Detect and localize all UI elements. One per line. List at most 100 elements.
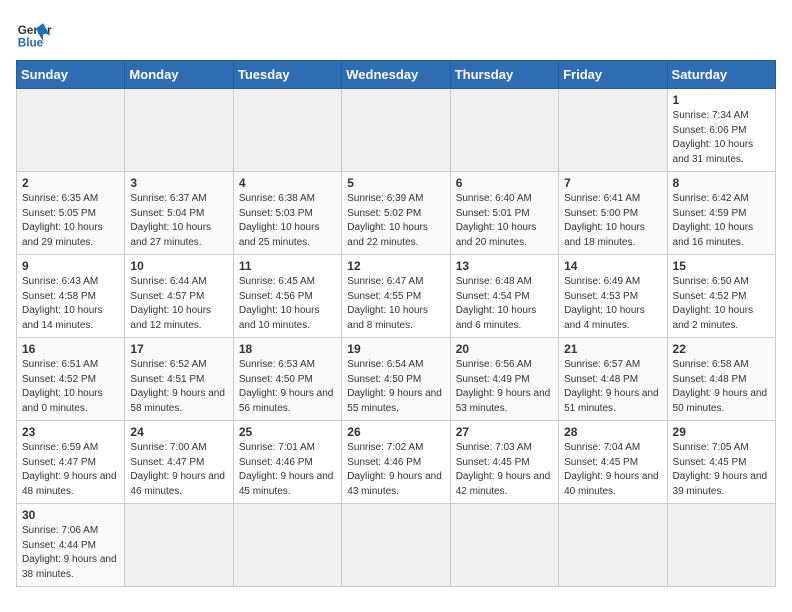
day-number: 12 [347, 259, 444, 273]
calendar-day-cell: 1 Sunrise: 7:34 AMSunset: 6:06 PMDaylight… [667, 89, 775, 172]
calendar-day-cell: 26Sunrise: 7:02 AMSunset: 4:46 PMDayligh… [342, 421, 450, 504]
day-number: 20 [456, 342, 553, 356]
day-number: 1 [673, 93, 770, 107]
calendar-day-cell: 16Sunrise: 6:51 AMSunset: 4:52 PMDayligh… [17, 338, 125, 421]
day-info: Sunrise: 6:39 AMSunset: 5:02 PMDaylight:… [347, 192, 444, 250]
calendar-day-cell: 23 Sunrise: 6:59 AMSunset: 4:47 PMDayligh… [17, 421, 125, 504]
calendar-day-cell [667, 504, 775, 587]
calendar: SundayMondayTuesdayWednesdayThursdayFrid… [16, 60, 776, 587]
calendar-day-cell [342, 89, 450, 172]
day-info: Sunrise: 7:00 AMSunset: 4:47 PMDaylight:… [130, 441, 227, 499]
calendar-day-cell [233, 504, 341, 587]
calendar-week-3: 9 Sunrise: 6:43 AMSunset: 4:58 PMDaylight… [17, 255, 776, 338]
calendar-day-cell [559, 504, 667, 587]
calendar-day-cell: 10Sunrise: 6:44 AMSunset: 4:57 PMDayligh… [125, 255, 233, 338]
day-number: 8 [673, 176, 770, 190]
day-info: Sunrise: 6:44 AMSunset: 4:57 PMDaylight:… [130, 275, 227, 333]
calendar-day-cell: 15 Sunrise: 6:50 AMSunset: 4:52 PMDayligh… [667, 255, 775, 338]
day-number: 21 [564, 342, 661, 356]
calendar-day-cell: 2 Sunrise: 6:35 AMSunset: 5:05 PMDaylight… [17, 172, 125, 255]
calendar-day-cell: 11 Sunrise: 6:45 AMSunset: 4:56 PMDayligh… [233, 255, 341, 338]
day-number: 2 [22, 176, 119, 190]
day-number: 3 [130, 176, 227, 190]
calendar-day-cell [125, 89, 233, 172]
calendar-day-cell [450, 89, 558, 172]
day-info: Sunrise: 6:48 AMSunset: 4:54 PMDaylight:… [456, 275, 553, 333]
calendar-day-cell: 14 Sunrise: 6:49 AMSunset: 4:53 PMDayligh… [559, 255, 667, 338]
calendar-week-5: 23 Sunrise: 6:59 AMSunset: 4:47 PMDayligh… [17, 421, 776, 504]
day-number: 11 [239, 259, 336, 273]
calendar-header-monday: Monday [125, 61, 233, 89]
calendar-day-cell: 3Sunrise: 6:37 AMSunset: 5:04 PMDaylight… [125, 172, 233, 255]
day-info: Sunrise: 6:56 AMSunset: 4:49 PMDaylight:… [456, 358, 553, 416]
logo: General Blue [16, 16, 52, 52]
day-info: Sunrise: 7:34 AMSunset: 6:06 PMDaylight:… [673, 109, 770, 167]
calendar-day-cell: 17Sunrise: 6:52 AMSunset: 4:51 PMDayligh… [125, 338, 233, 421]
calendar-day-cell [342, 504, 450, 587]
calendar-day-cell: 21 Sunrise: 6:57 AMSunset: 4:48 PMDayligh… [559, 338, 667, 421]
day-info: Sunrise: 6:42 AMSunset: 4:59 PMDaylight:… [673, 192, 770, 250]
day-info: Sunrise: 7:03 AMSunset: 4:45 PMDaylight:… [456, 441, 553, 499]
calendar-day-cell: 24 Sunrise: 7:00 AMSunset: 4:47 PMDayligh… [125, 421, 233, 504]
day-info: Sunrise: 6:57 AMSunset: 4:48 PMDaylight:… [564, 358, 661, 416]
svg-text:Blue: Blue [18, 37, 44, 50]
day-number: 19 [347, 342, 444, 356]
logo-icon: General Blue [16, 16, 52, 52]
calendar-header-tuesday: Tuesday [233, 61, 341, 89]
calendar-header-thursday: Thursday [450, 61, 558, 89]
day-info: Sunrise: 6:51 AMSunset: 4:52 PMDaylight:… [22, 358, 119, 416]
calendar-week-2: 2 Sunrise: 6:35 AMSunset: 5:05 PMDaylight… [17, 172, 776, 255]
day-info: Sunrise: 6:58 AMSunset: 4:48 PMDaylight:… [673, 358, 770, 416]
calendar-header-sunday: Sunday [17, 61, 125, 89]
calendar-day-cell: 25 Sunrise: 7:01 AMSunset: 4:46 PMDayligh… [233, 421, 341, 504]
day-number: 17 [130, 342, 227, 356]
day-info: Sunrise: 6:59 AMSunset: 4:47 PMDaylight:… [22, 441, 119, 499]
day-info: Sunrise: 6:47 AMSunset: 4:55 PMDaylight:… [347, 275, 444, 333]
day-number: 6 [456, 176, 553, 190]
day-info: Sunrise: 6:50 AMSunset: 4:52 PMDaylight:… [673, 275, 770, 333]
day-info: Sunrise: 6:43 AMSunset: 4:58 PMDaylight:… [22, 275, 119, 333]
day-info: Sunrise: 6:49 AMSunset: 4:53 PMDaylight:… [564, 275, 661, 333]
calendar-day-cell: 13Sunrise: 6:48 AMSunset: 4:54 PMDayligh… [450, 255, 558, 338]
calendar-day-cell: 9 Sunrise: 6:43 AMSunset: 4:58 PMDaylight… [17, 255, 125, 338]
day-info: Sunrise: 6:38 AMSunset: 5:03 PMDaylight:… [239, 192, 336, 250]
calendar-day-cell: 22Sunrise: 6:58 AMSunset: 4:48 PMDayligh… [667, 338, 775, 421]
day-number: 24 [130, 425, 227, 439]
calendar-day-cell [125, 504, 233, 587]
day-number: 18 [239, 342, 336, 356]
day-number: 7 [564, 176, 661, 190]
calendar-day-cell: 4 Sunrise: 6:38 AMSunset: 5:03 PMDaylight… [233, 172, 341, 255]
calendar-header-row: SundayMondayTuesdayWednesdayThursdayFrid… [17, 61, 776, 89]
day-number: 15 [673, 259, 770, 273]
day-number: 4 [239, 176, 336, 190]
day-info: Sunrise: 6:40 AMSunset: 5:01 PMDaylight:… [456, 192, 553, 250]
day-number: 9 [22, 259, 119, 273]
calendar-day-cell: 19 Sunrise: 6:54 AMSunset: 4:50 PMDayligh… [342, 338, 450, 421]
day-info: Sunrise: 6:45 AMSunset: 4:56 PMDaylight:… [239, 275, 336, 333]
calendar-week-1: 1 Sunrise: 7:34 AMSunset: 6:06 PMDaylight… [17, 89, 776, 172]
calendar-day-cell [233, 89, 341, 172]
calendar-header-saturday: Saturday [667, 61, 775, 89]
day-number: 28 [564, 425, 661, 439]
calendar-day-cell: 8 Sunrise: 6:42 AMSunset: 4:59 PMDaylight… [667, 172, 775, 255]
calendar-header-wednesday: Wednesday [342, 61, 450, 89]
calendar-day-cell: 20 Sunrise: 6:56 AMSunset: 4:49 PMDayligh… [450, 338, 558, 421]
day-number: 5 [347, 176, 444, 190]
calendar-day-cell: 6 Sunrise: 6:40 AMSunset: 5:01 PMDaylight… [450, 172, 558, 255]
day-number: 30 [22, 508, 119, 522]
day-number: 29 [673, 425, 770, 439]
day-info: Sunrise: 6:41 AMSunset: 5:00 PMDaylight:… [564, 192, 661, 250]
calendar-day-cell [559, 89, 667, 172]
day-info: Sunrise: 6:35 AMSunset: 5:05 PMDaylight:… [22, 192, 119, 250]
day-info: Sunrise: 7:06 AMSunset: 4:44 PMDaylight:… [22, 524, 119, 582]
day-number: 25 [239, 425, 336, 439]
day-info: Sunrise: 7:02 AMSunset: 4:46 PMDaylight:… [347, 441, 444, 499]
calendar-week-4: 16Sunrise: 6:51 AMSunset: 4:52 PMDayligh… [17, 338, 776, 421]
day-info: Sunrise: 6:53 AMSunset: 4:50 PMDaylight:… [239, 358, 336, 416]
calendar-day-cell: 18 Sunrise: 6:53 AMSunset: 4:50 PMDayligh… [233, 338, 341, 421]
day-info: Sunrise: 7:01 AMSunset: 4:46 PMDaylight:… [239, 441, 336, 499]
day-number: 23 [22, 425, 119, 439]
calendar-day-cell: 27Sunrise: 7:03 AMSunset: 4:45 PMDayligh… [450, 421, 558, 504]
day-info: Sunrise: 6:54 AMSunset: 4:50 PMDaylight:… [347, 358, 444, 416]
day-number: 14 [564, 259, 661, 273]
